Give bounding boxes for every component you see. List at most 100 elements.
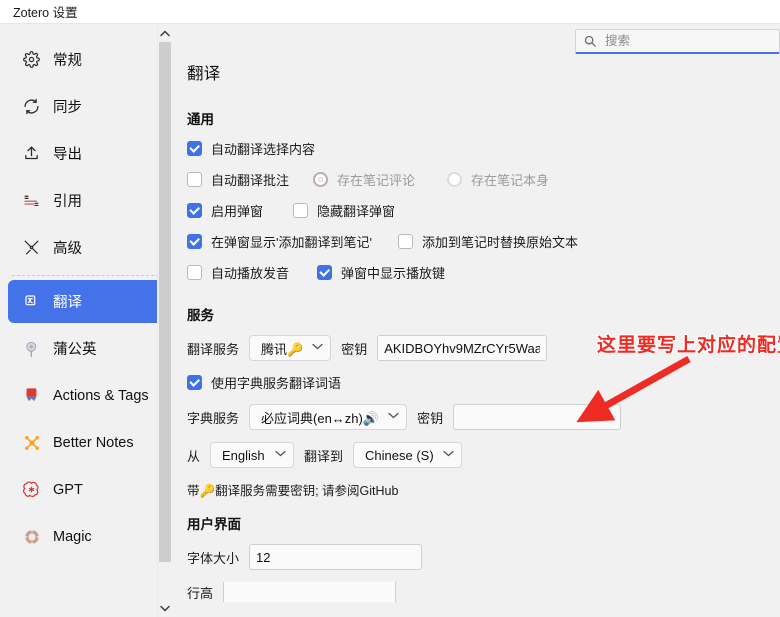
checkbox-show-play-button[interactable]: 弹窗中显示播放键 [317,263,445,282]
radio-note-comment[interactable]: 存在笔记评论 [313,170,415,189]
translate-service-dropdown[interactable]: 腾讯🔑 [249,335,332,361]
row-note-options: 在弹窗显示'添加翻译到笔记' 添加到笔记时替换原始文本 [187,232,772,251]
chevron-down-icon [312,343,323,353]
checkbox-auto-translate-annotation[interactable]: 自动翻译批注 [187,170,289,189]
sidebar-item-label: 同步 [53,100,82,116]
to-label: 翻译到 [304,448,344,464]
better-notes-icon [22,433,41,452]
dict-service-value: 必应词典(en↔zh)🔊 [261,410,380,426]
source-language-value: English [222,447,265,463]
tools-icon [22,238,41,257]
row-popup-options: 启用弹窗 隐藏翻译弹窗 [187,201,772,220]
checkbox-label: 弹窗中显示播放键 [341,266,446,281]
sidebar-item-translate[interactable]: 翻译 [8,280,163,323]
sidebar-item-label: Magic [53,528,92,545]
settings-window: 常规 同步 导出 引用 高级 翻译 蒲公英 Actions & Tags Bet… [0,24,780,617]
scroll-up-icon[interactable] [158,26,172,40]
checkbox-box[interactable] [317,265,333,280]
checkbox-label: 自动翻译批注 [211,173,290,188]
checkbox-auto-translate-selection[interactable]: 自动翻译选择内容 [187,139,315,158]
scrollbar-thumb[interactable] [159,42,171,562]
translate-secret-input[interactable] [377,335,548,361]
search-input[interactable] [603,33,771,49]
dict-secret-label: 密钥 [417,410,444,426]
font-size-label: 字体大小 [187,550,240,566]
sidebar-item-label: Better Notes [53,434,134,451]
checkbox-enable-popup[interactable]: 启用弹窗 [187,201,263,220]
checkbox-box[interactable] [397,234,413,249]
checkbox-use-dict-service[interactable]: 使用字典服务翻译词语 [187,373,341,392]
search-box[interactable] [575,29,780,54]
sidebar-item-magic[interactable]: Magic [8,515,163,558]
sidebar-item-general[interactable]: 常规 [8,38,163,81]
row-audio-options: 自动播放发音 弹窗中显示播放键 [187,263,772,282]
line-height-input[interactable] [223,582,397,602]
checkbox-box[interactable] [187,203,202,218]
from-label: 从 [187,448,201,464]
checkbox-box[interactable] [187,172,202,187]
checkbox-box[interactable] [187,265,202,280]
sidebar-item-advanced[interactable]: 高级 [8,226,163,269]
search-container [575,29,780,54]
checkbox-replace-original[interactable]: 添加到笔记时替换原始文本 [397,232,578,251]
magic-icon [22,527,41,546]
dict-secret-input[interactable] [453,404,622,430]
dandelion-icon [22,339,41,358]
sidebar-divider [12,275,159,276]
row-use-dict-service: 使用字典服务翻译词语 [187,373,772,392]
sidebar-item-cite[interactable]: 引用 [8,179,163,222]
checkbox-box[interactable] [187,141,202,156]
checkbox-box[interactable] [187,234,202,249]
sidebar-item-dandelion[interactable]: 蒲公英 [8,327,163,370]
section-heading-service: 服务 [187,308,214,323]
sidebar-item-export[interactable]: 导出 [8,132,163,175]
checkbox-hide-popup[interactable]: 隐藏翻译弹窗 [293,201,395,220]
search-icon [584,35,596,47]
sidebar-item-actions-tags[interactable]: Actions & Tags [8,374,163,417]
sidebar-item-sync[interactable]: 同步 [8,85,163,128]
section-heading-ui: 用户界面 [187,517,241,532]
quote-icon [22,191,41,210]
target-language-dropdown[interactable]: Chinese (S) [353,442,462,468]
gpt-icon [22,480,41,499]
row-translate-service: 翻译服务 腾讯🔑 密钥 [187,335,772,361]
gear-icon [22,50,41,69]
sidebar-item-better-notes[interactable]: Better Notes [8,421,163,464]
chevron-down-icon [443,450,454,460]
export-icon [22,144,41,163]
target-language-value: Chinese (S) [365,447,434,463]
translate-secret-label: 密钥 [341,341,368,357]
scroll-down-icon[interactable] [158,601,172,615]
row-languages: 从 English 翻译到 Chinese (S) [187,442,772,468]
source-language-dropdown[interactable]: English [210,442,295,468]
sidebar-scrollbar[interactable] [157,24,171,617]
dict-service-dropdown[interactable]: 必应词典(en↔zh)🔊 [249,404,408,430]
checkbox-box[interactable] [187,375,202,390]
section-heading-general: 通用 [187,112,214,127]
checkbox-auto-play-audio[interactable]: 自动播放发音 [187,263,289,282]
radio-label: 存在笔记本身 [471,173,550,188]
row-line-height: 行高 [187,582,772,602]
font-size-input[interactable] [249,544,423,570]
row-auto-translate-annotation: 自动翻译批注 存在笔记评论 存在笔记本身 [187,170,772,189]
radio-note-itself[interactable]: 存在笔记本身 [447,170,549,189]
settings-content: 翻译 通用 自动翻译选择内容 自动翻译批注 存在笔记评论 存在笔记本身 启用弹窗… [187,60,772,617]
checkbox-box[interactable] [293,203,309,218]
sidebar: 常规 同步 导出 引用 高级 翻译 蒲公英 Actions & Tags Bet… [0,24,171,617]
window-title: Zotero 设置 [13,6,78,20]
checkbox-label: 在弹窗显示'添加翻译到笔记' [211,235,372,250]
sidebar-item-label: 引用 [53,194,82,210]
window-titlebar: Zotero 设置 [0,0,780,24]
row-dict-service: 字典服务 必应词典(en↔zh)🔊 密钥 [187,404,772,430]
radio-circle[interactable] [313,172,329,187]
checkbox-label: 隐藏翻译弹窗 [317,204,396,219]
translate-service-label: 翻译服务 [187,341,240,357]
sidebar-item-label: 高级 [53,241,82,257]
sidebar-item-label: 蒲公英 [53,342,97,358]
chevron-down-icon [388,412,399,422]
checkbox-show-add-to-note[interactable]: 在弹窗显示'添加翻译到笔记' [187,232,372,251]
sync-icon [22,97,41,116]
sidebar-item-gpt[interactable]: GPT [8,468,163,511]
radio-circle[interactable] [447,172,463,187]
chevron-down-icon [275,450,286,460]
